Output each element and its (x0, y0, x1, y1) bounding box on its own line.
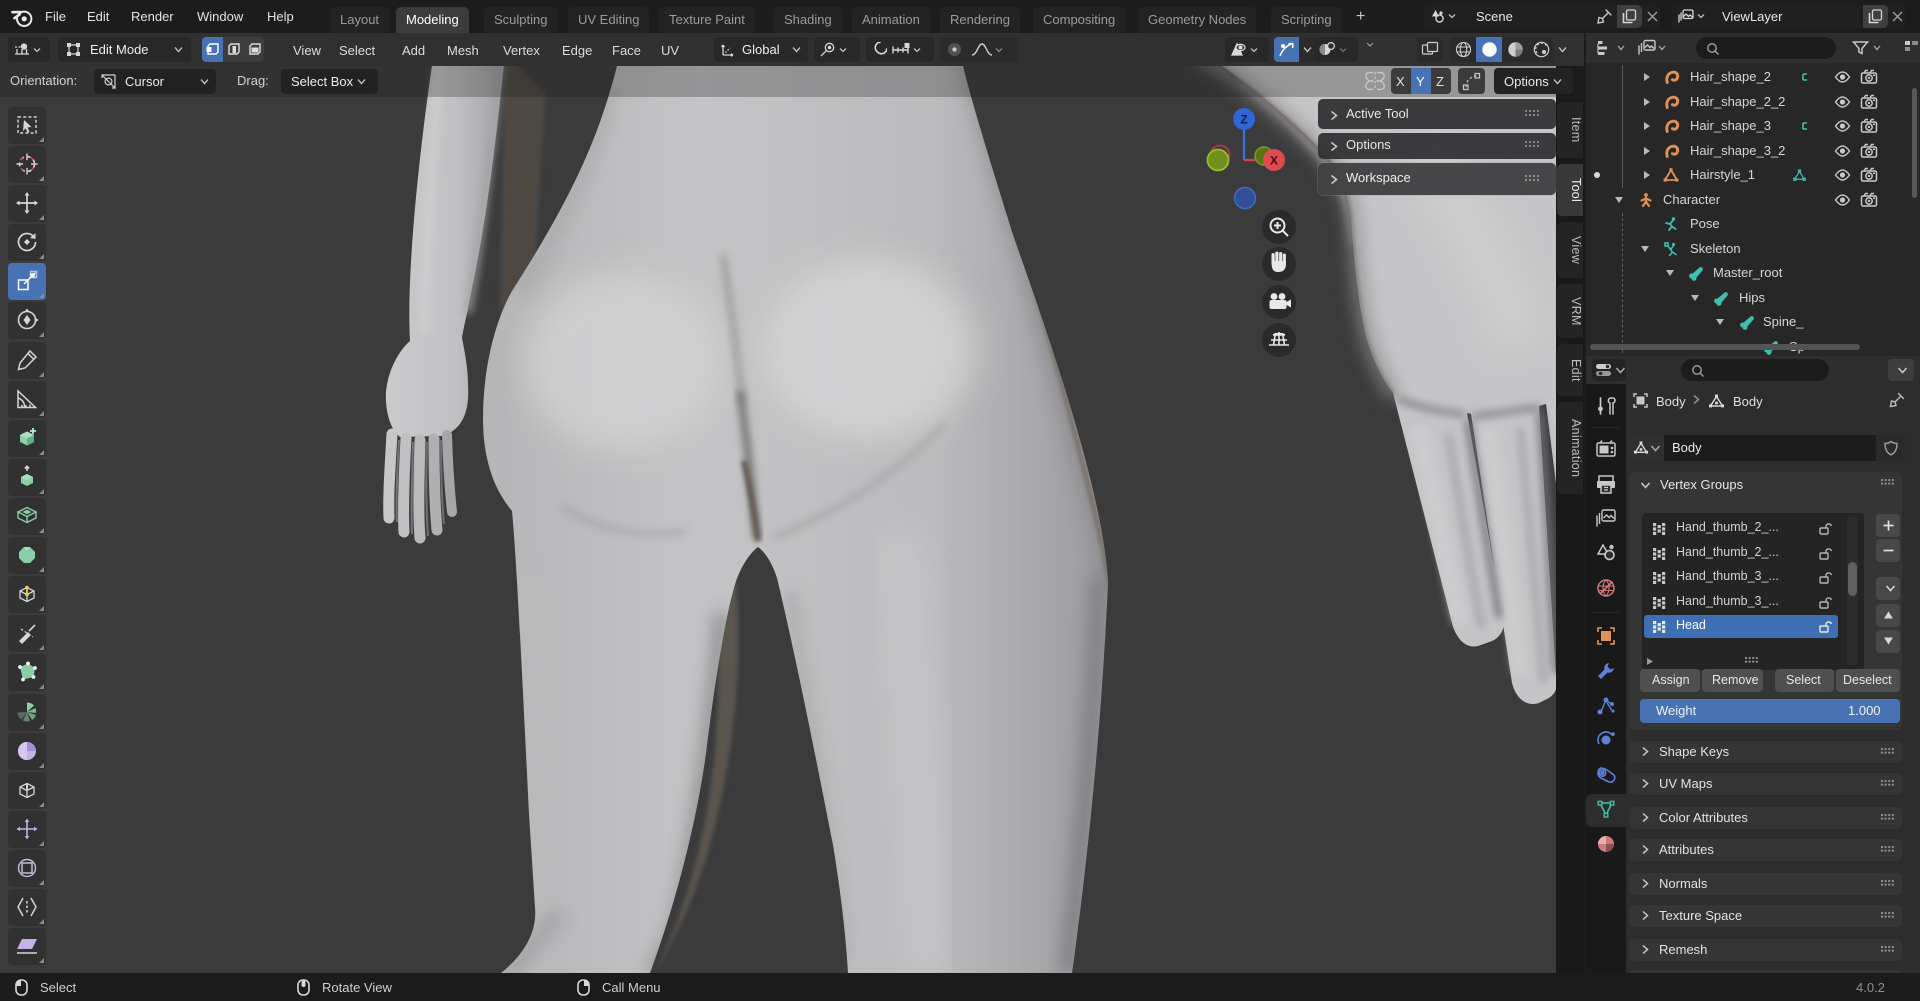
svg-text:Z: Z (1240, 113, 1247, 127)
svg-text:X: X (1270, 154, 1278, 168)
